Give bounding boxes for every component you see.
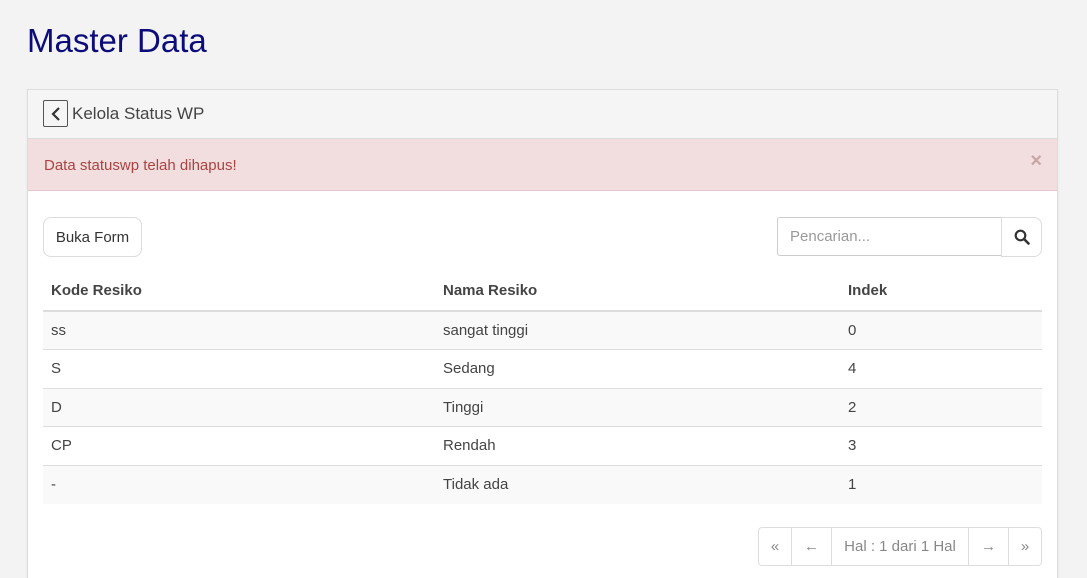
back-button[interactable] bbox=[43, 100, 68, 127]
table-header-row: Kode Resiko Nama Resiko Indek bbox=[43, 270, 1042, 312]
alert-close-icon[interactable]: × bbox=[1030, 151, 1042, 171]
cell-indek: 0 bbox=[848, 322, 857, 339]
chevron-left-icon bbox=[50, 106, 60, 121]
search-group bbox=[777, 217, 1042, 257]
cell-kode: S bbox=[43, 349, 435, 388]
pagination: « ← Hal : 1 dari 1 Hal → » bbox=[758, 527, 1042, 567]
status-wp-panel: Kelola Status WP Data statuswp telah dih… bbox=[27, 89, 1058, 578]
cell-kode: D bbox=[43, 387, 435, 427]
cell-kode: - bbox=[43, 464, 435, 504]
cell-indek: 2 bbox=[840, 387, 1042, 427]
panel-title: Kelola Status WP bbox=[72, 104, 205, 123]
cell-indek: 3 bbox=[840, 426, 1042, 465]
search-button[interactable] bbox=[1001, 217, 1042, 257]
panel-heading: Kelola Status WP bbox=[28, 90, 1057, 139]
pagination-prev-button[interactable]: ← bbox=[791, 527, 832, 566]
alert-message: Data statuswp telah dihapus! bbox=[44, 157, 237, 174]
cell-nama: sangat tinggi bbox=[443, 322, 529, 339]
risk-table: Kode Resiko Nama Resiko Indek ss sangat … bbox=[43, 270, 1042, 504]
table-row[interactable]: ss sangat tinggi 0 bbox=[43, 311, 1042, 350]
header-nama-resiko[interactable]: Nama Resiko bbox=[435, 270, 840, 312]
cell-kode: ss bbox=[51, 322, 66, 339]
cell-nama: Sedang bbox=[435, 349, 840, 388]
table-row[interactable]: D Tinggi 2 bbox=[43, 387, 1042, 427]
search-icon bbox=[1014, 229, 1030, 245]
cell-indek: 1 bbox=[840, 464, 1042, 504]
cell-indek: 4 bbox=[840, 349, 1042, 388]
pagination-next-button[interactable]: → bbox=[968, 527, 1009, 566]
table-row[interactable]: - Tidak ada 1 bbox=[43, 464, 1042, 504]
pagination-info: Hal : 1 dari 1 Hal bbox=[831, 527, 969, 566]
cell-nama: Rendah bbox=[435, 426, 840, 465]
page-title: Master Data bbox=[27, 22, 207, 59]
header-indek[interactable]: Indek bbox=[840, 270, 1042, 312]
alert-success: Data statuswp telah dihapus! × bbox=[28, 139, 1057, 191]
table-row[interactable]: S Sedang 4 bbox=[43, 349, 1042, 388]
cell-kode: CP bbox=[43, 426, 435, 465]
pagination-first-button[interactable]: « bbox=[758, 527, 792, 566]
table-row[interactable]: CP Rendah 3 bbox=[43, 426, 1042, 465]
cell-nama: Tidak ada bbox=[435, 464, 840, 504]
header-kode-resiko[interactable]: Kode Resiko bbox=[43, 270, 435, 312]
open-form-button[interactable]: Buka Form bbox=[43, 217, 142, 257]
cell-nama: Tinggi bbox=[435, 387, 840, 427]
pagination-last-button[interactable]: » bbox=[1008, 527, 1042, 566]
search-input[interactable] bbox=[777, 217, 1002, 256]
